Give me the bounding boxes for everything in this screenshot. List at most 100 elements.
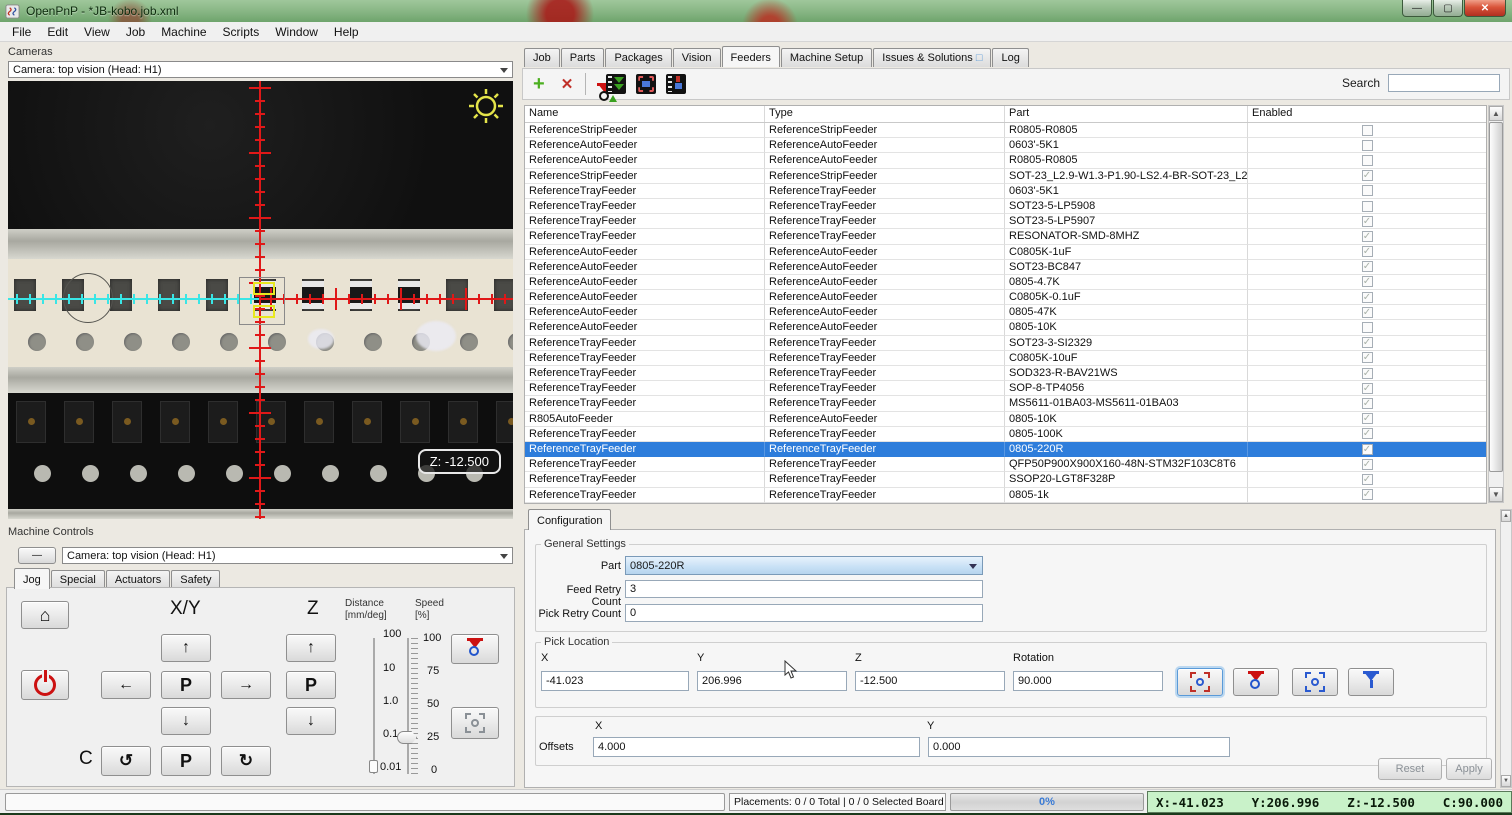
position-camera-button[interactable]: [451, 707, 499, 739]
table-row[interactable]: ReferenceTrayFeederReferenceTrayFeederC0…: [525, 351, 1486, 366]
tab-jog[interactable]: Jog: [14, 568, 50, 589]
menu-file[interactable]: File: [4, 23, 39, 41]
table-row[interactable]: ReferenceAutoFeederReferenceAutoFeederSO…: [525, 260, 1486, 275]
table-row[interactable]: ReferenceAutoFeederReferenceAutoFeeder08…: [525, 275, 1486, 290]
enabled-checkbox[interactable]: [1362, 201, 1373, 212]
enabled-checkbox[interactable]: ✓: [1362, 489, 1373, 500]
pick-y-input[interactable]: [697, 671, 847, 691]
table-row[interactable]: ReferenceAutoFeederReferenceAutoFeederR0…: [525, 153, 1486, 168]
table-row[interactable]: ReferenceAutoFeederReferenceAutoFeederC0…: [525, 245, 1486, 260]
table-row[interactable]: ReferenceTrayFeederReferenceTrayFeederSO…: [525, 214, 1486, 229]
enabled-checkbox[interactable]: ✓: [1362, 231, 1373, 242]
capture-nozzle-location-button[interactable]: [1233, 668, 1279, 696]
pick-part-button[interactable]: [666, 74, 686, 94]
enabled-checkbox[interactable]: ✓: [1362, 428, 1373, 439]
table-row[interactable]: ReferenceTrayFeederReferenceTrayFeederRE…: [525, 229, 1486, 244]
position-z-button[interactable]: P: [286, 671, 336, 699]
table-row[interactable]: ReferenceTrayFeederReferenceTrayFeederSO…: [525, 199, 1486, 214]
enabled-checkbox[interactable]: ✓: [1362, 459, 1373, 470]
enabled-checkbox[interactable]: ✓: [1362, 474, 1373, 485]
enabled-checkbox[interactable]: ✓: [1362, 398, 1373, 409]
rotate-ccw-button[interactable]: ↺: [101, 746, 151, 776]
menu-job[interactable]: Job: [118, 23, 153, 41]
tab-machine-setup[interactable]: Machine Setup: [781, 48, 872, 67]
power-button[interactable]: [21, 670, 69, 700]
enabled-checkbox[interactable]: [1362, 125, 1373, 136]
collapse-button[interactable]: —: [18, 547, 56, 564]
table-row[interactable]: ReferenceTrayFeederReferenceTrayFeederQF…: [525, 457, 1486, 472]
enabled-checkbox[interactable]: ✓: [1362, 246, 1373, 257]
enabled-checkbox[interactable]: ✓: [1362, 170, 1373, 181]
pick-z-input[interactable]: [855, 671, 1005, 691]
jog-y-plus-button[interactable]: ↑: [161, 634, 211, 662]
enabled-checkbox[interactable]: [1362, 185, 1373, 196]
camera-selector[interactable]: Camera: top vision (Head: H1): [8, 61, 513, 78]
enabled-checkbox[interactable]: [1362, 322, 1373, 333]
pick-rotation-input[interactable]: [1013, 671, 1163, 691]
table-row[interactable]: ReferenceTrayFeederReferenceTrayFeederSO…: [525, 366, 1486, 381]
jog-z-plus-button[interactable]: ↑: [286, 634, 336, 662]
tab-issues-solutions[interactable]: Issues & Solutions □: [873, 48, 991, 67]
pick-x-input[interactable]: [541, 671, 689, 691]
jog-y-minus-button[interactable]: ↓: [161, 707, 211, 735]
add-feeder-button[interactable]: +: [533, 73, 545, 96]
scroll-up-arrow[interactable]: ▲: [1489, 106, 1503, 121]
table-row[interactable]: R805AutoFeederReferenceAutoFeeder0805-10…: [525, 412, 1486, 427]
tab-configuration[interactable]: Configuration: [528, 509, 611, 530]
tab-feeders[interactable]: Feeders: [722, 46, 780, 67]
table-row[interactable]: ReferenceTrayFeederReferenceTrayFeederSO…: [525, 336, 1486, 351]
col-type[interactable]: Type: [765, 106, 1005, 122]
enabled-checkbox[interactable]: ✓: [1362, 261, 1373, 272]
close-button[interactable]: ✕: [1464, 0, 1506, 17]
tab-log[interactable]: Log: [992, 48, 1028, 67]
menu-help[interactable]: Help: [326, 23, 367, 41]
apply-button[interactable]: Apply: [1446, 758, 1492, 780]
enabled-checkbox[interactable]: ✓: [1362, 413, 1373, 424]
table-row[interactable]: ReferenceAutoFeederReferenceAutoFeederC0…: [525, 290, 1486, 305]
menu-machine[interactable]: Machine: [153, 23, 214, 41]
tab-job[interactable]: Job: [524, 48, 560, 67]
configuration-scrollbar[interactable]: ▲ ▼: [1500, 509, 1512, 788]
tab-vision[interactable]: Vision: [673, 48, 721, 67]
col-part[interactable]: Part: [1005, 106, 1248, 122]
enabled-checkbox[interactable]: ✓: [1362, 292, 1373, 303]
delete-feeder-button[interactable]: ✕: [561, 75, 574, 93]
table-row[interactable]: ReferenceTrayFeederReferenceTrayFeederSO…: [525, 381, 1486, 396]
position-c-button[interactable]: P: [161, 746, 211, 776]
minimize-button[interactable]: —: [1402, 0, 1432, 17]
move-camera-to-location-button[interactable]: [1292, 668, 1338, 696]
enabled-checkbox[interactable]: ✓: [1362, 307, 1373, 318]
offsets-x-input[interactable]: [593, 737, 920, 757]
table-row[interactable]: ReferenceTrayFeederReferenceTrayFeederMS…: [525, 396, 1486, 411]
table-row[interactable]: ReferenceAutoFeederReferenceAutoFeeder08…: [525, 320, 1486, 335]
brightness-sun-icon[interactable]: [467, 87, 505, 125]
rotate-cw-button[interactable]: ↻: [221, 746, 271, 776]
tab-parts[interactable]: Parts: [561, 48, 605, 67]
move-nozzle-to-location-button[interactable]: [1348, 668, 1394, 696]
table-row[interactable]: ReferenceAutoFeederReferenceAutoFeeder06…: [525, 138, 1486, 153]
speed-slider[interactable]: [411, 638, 418, 774]
enabled-checkbox[interactable]: ✓: [1362, 216, 1373, 227]
enabled-checkbox[interactable]: ✓: [1362, 276, 1373, 287]
jog-x-minus-button[interactable]: ←: [101, 671, 151, 699]
col-name[interactable]: Name: [525, 106, 765, 122]
enabled-checkbox[interactable]: ✓: [1362, 352, 1373, 363]
jog-x-plus-button[interactable]: →: [221, 671, 271, 699]
table-scrollbar[interactable]: ▲ ▼: [1488, 105, 1504, 503]
table-row[interactable]: ReferenceAutoFeederReferenceAutoFeeder08…: [525, 305, 1486, 320]
menu-view[interactable]: View: [76, 23, 118, 41]
table-row[interactable]: ReferenceTrayFeederReferenceTrayFeeder06…: [525, 184, 1486, 199]
capture-camera-location-button[interactable]: [1177, 668, 1223, 696]
offsets-y-input[interactable]: [928, 737, 1230, 757]
table-row[interactable]: ReferenceTrayFeederReferenceTrayFeeder08…: [525, 442, 1486, 457]
enabled-checkbox[interactable]: [1362, 140, 1373, 151]
table-row[interactable]: ReferenceTrayFeederReferenceTrayFeederSS…: [525, 472, 1486, 487]
scroll-down-arrow[interactable]: ▼: [1489, 487, 1503, 502]
col-enabled[interactable]: Enabled: [1248, 106, 1486, 122]
table-row[interactable]: ReferenceTrayFeederReferenceTrayFeeder08…: [525, 427, 1486, 442]
enabled-checkbox[interactable]: [1362, 155, 1373, 166]
table-row[interactable]: ReferenceStripFeederReferenceStripFeeder…: [525, 169, 1486, 184]
part-combobox[interactable]: 0805-220R: [625, 556, 983, 575]
home-button[interactable]: ⌂: [21, 601, 69, 629]
show-part-in-camera-button[interactable]: [636, 74, 656, 94]
